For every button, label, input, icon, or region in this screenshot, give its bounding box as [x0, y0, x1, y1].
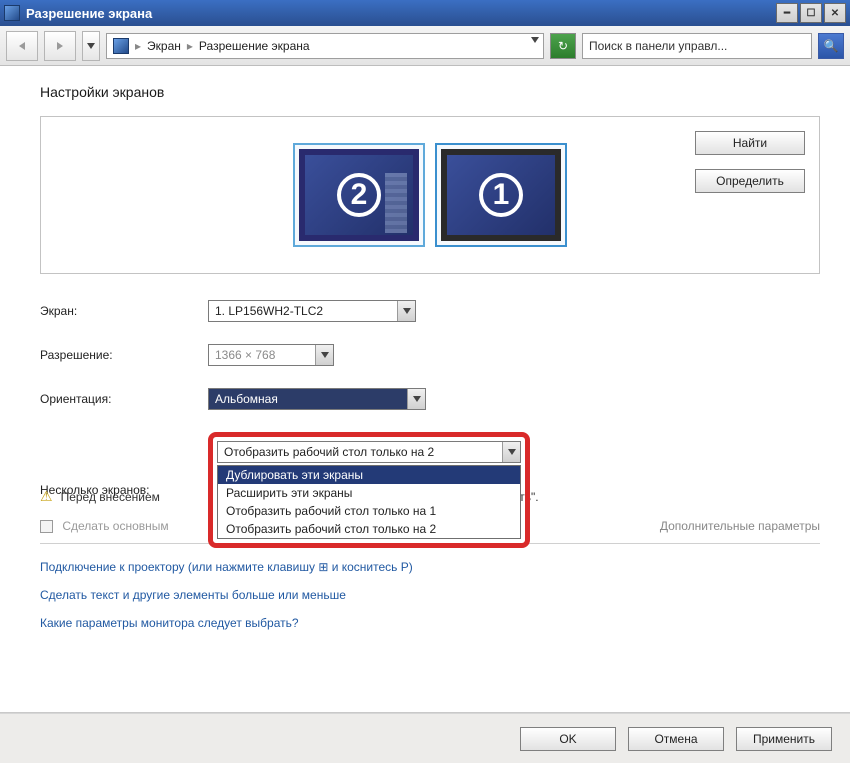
toolbar: ▸ Экран ▸ Разрешение экрана ↻ Поиск в па…: [0, 26, 850, 66]
screen-value: 1. LP156WH2-TLC2: [209, 304, 345, 318]
cancel-button[interactable]: Отмена: [628, 727, 724, 751]
display-icon: [113, 38, 129, 54]
chevron-down-icon: [403, 308, 411, 314]
text-size-link[interactable]: Сделать текст и другие элементы больше и…: [40, 588, 820, 602]
orientation-select[interactable]: Альбомная: [208, 388, 426, 410]
windows-key-icon: ⊞: [318, 560, 328, 574]
detect-button[interactable]: Определить: [695, 169, 805, 193]
screen-label: Экран:: [40, 304, 208, 318]
screen-number: 2: [337, 173, 381, 217]
make-main-checkbox[interactable]: [40, 520, 53, 533]
multiple-value: Отобразить рабочий стол только на 2: [218, 445, 456, 459]
search-go-button[interactable]: 🔍: [818, 33, 844, 59]
ok-button[interactable]: OK: [520, 727, 616, 751]
back-button[interactable]: [6, 31, 38, 61]
warning-text-before: Перед внесением: [61, 490, 160, 504]
multiple-select[interactable]: Отобразить рабочий стол только на 2: [217, 441, 521, 463]
make-main-label: Сделать основным: [62, 519, 168, 533]
arrow-right-icon: [57, 42, 63, 50]
option-only2[interactable]: Отобразить рабочий стол только на 2: [218, 520, 520, 538]
apply-button[interactable]: Применить: [736, 727, 832, 751]
breadcrumb-root: Экран: [147, 39, 181, 53]
forward-button[interactable]: [44, 31, 76, 61]
screen-1[interactable]: 1: [435, 143, 567, 247]
breadcrumb-current: Разрешение экрана: [199, 39, 310, 53]
breadcrumb[interactable]: ▸ Экран ▸ Разрешение экрана: [106, 33, 544, 59]
chevron-down-icon: [321, 352, 329, 358]
warning-icon: ⚠: [40, 488, 53, 505]
highlighted-region: Отобразить рабочий стол только на 2 Дубл…: [208, 432, 530, 548]
taskbar-icon: [385, 173, 407, 233]
orientation-row: Ориентация: Альбомная: [40, 388, 820, 410]
orientation-value: Альбомная: [209, 392, 300, 406]
app-icon: [4, 5, 20, 21]
screen-select[interactable]: 1. LP156WH2-TLC2: [208, 300, 416, 322]
titlebar: Разрешение экрана ━ ☐ ✕: [0, 0, 850, 26]
orientation-label: Ориентация:: [40, 392, 208, 406]
search-placeholder: Поиск в панели управл...: [589, 39, 805, 53]
display-preview: 2 1 Найти Определить: [40, 116, 820, 274]
chevron-down-icon: [87, 43, 95, 49]
footer: OK Отмена Применить: [0, 713, 850, 763]
resolution-label: Разрешение:: [40, 348, 208, 362]
content: Настройки экранов 2 1 Найти Определить Э…: [0, 66, 850, 713]
find-button[interactable]: Найти: [695, 131, 805, 155]
option-duplicate[interactable]: Дублировать эти экраны: [218, 466, 520, 484]
window-title: Разрешение экрана: [26, 6, 774, 21]
page-title: Настройки экранов: [40, 84, 820, 100]
search-input[interactable]: Поиск в панели управл...: [582, 33, 812, 59]
advanced-params-link[interactable]: Дополнительные параметры: [660, 519, 820, 533]
close-button[interactable]: ✕: [824, 3, 846, 23]
resolution-value: 1366 × 768: [209, 348, 297, 362]
what-params-link[interactable]: Какие параметры монитора следует выбрать…: [40, 616, 820, 630]
maximize-button[interactable]: ☐: [800, 3, 822, 23]
screen-2[interactable]: 2: [293, 143, 425, 247]
chevron-down-icon[interactable]: [531, 37, 539, 43]
screen-number: 1: [479, 173, 523, 217]
arrow-left-icon: [19, 42, 25, 50]
history-dropdown[interactable]: [82, 31, 100, 61]
resolution-row: Разрешение: 1366 × 768: [40, 344, 820, 366]
screen-row: Экран: 1. LP156WH2-TLC2: [40, 300, 820, 322]
resolution-select[interactable]: 1366 × 768: [208, 344, 334, 366]
chevron-down-icon: [413, 396, 421, 402]
projector-link[interactable]: Подключение к проектору (или нажмите кла…: [40, 560, 820, 574]
multiple-dropdown: Дублировать эти экраны Расширить эти экр…: [217, 465, 521, 539]
minimize-button[interactable]: ━: [776, 3, 798, 23]
option-only1[interactable]: Отобразить рабочий стол только на 1: [218, 502, 520, 520]
option-extend[interactable]: Расширить эти экраны: [218, 484, 520, 502]
chevron-down-icon: [508, 449, 516, 455]
refresh-button[interactable]: ↻: [550, 33, 576, 59]
